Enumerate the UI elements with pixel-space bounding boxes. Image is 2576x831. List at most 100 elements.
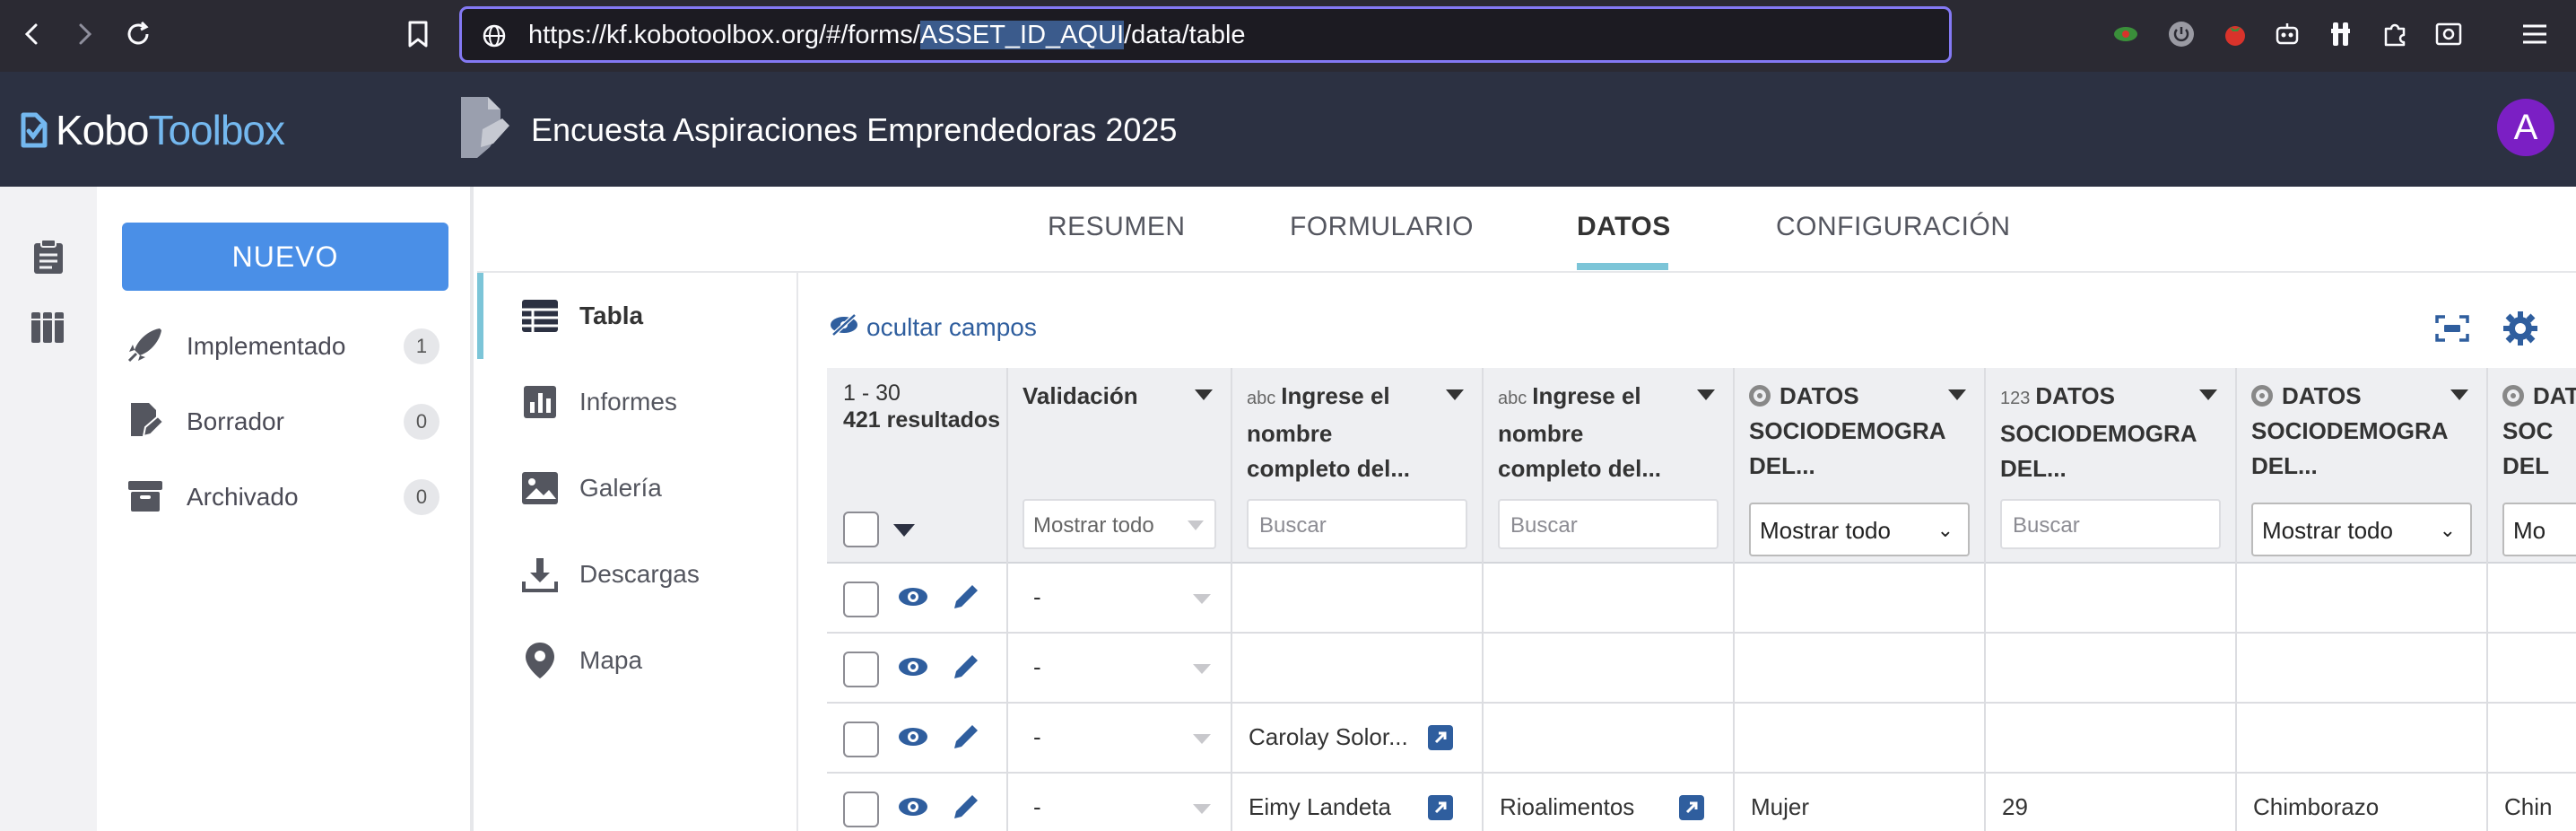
column-search-input[interactable]: Buscar <box>2000 499 2221 549</box>
menu-icon[interactable] <box>2519 18 2551 50</box>
expand-link-icon[interactable] <box>1428 725 1453 750</box>
column-search-input[interactable]: Buscar <box>1498 499 1719 549</box>
subnav-item-gallery[interactable]: Galería <box>477 445 796 531</box>
icon-rail <box>0 187 97 831</box>
header-cell[interactable]: abc Ingrese el nombre completo del... Busca… <box>1484 368 1733 564</box>
library-books-icon[interactable] <box>29 307 68 346</box>
column-search-input[interactable]: Buscar <box>1247 499 1467 549</box>
header-cell[interactable]: DATOSSOCDEL Mo <box>2488 368 2576 564</box>
column-menu-caret-icon[interactable] <box>1195 389 1213 400</box>
bulk-actions-caret-icon[interactable] <box>893 524 915 537</box>
extension-icon[interactable] <box>2110 18 2142 50</box>
forward-icon[interactable] <box>66 16 102 52</box>
table-row: - Carolay Solor... <box>827 704 2576 774</box>
validation-cell[interactable]: - <box>1033 583 1041 611</box>
kobo-logo-icon <box>21 112 48 148</box>
chevron-down-icon: ⌄ <box>2439 519 2456 541</box>
subnav-item-table[interactable]: Tabla <box>477 273 796 359</box>
tools-extension-icon[interactable] <box>2325 18 2357 50</box>
row-checkbox[interactable] <box>843 652 879 687</box>
map-pin-icon <box>520 641 560 680</box>
back-icon[interactable] <box>14 16 50 52</box>
row-checkbox[interactable] <box>843 582 879 617</box>
header-cell[interactable]: Validación Mostrar todo <box>1008 368 1231 564</box>
column-menu-caret-icon[interactable] <box>1446 389 1464 400</box>
sidebar-item-draft[interactable]: Borrador 0 <box>126 397 459 447</box>
sidebar-item-deployed[interactable]: Implementado 1 <box>126 321 459 372</box>
view-eye-icon[interactable] <box>897 655 929 683</box>
reload-icon[interactable] <box>120 16 156 52</box>
select-all-checkbox[interactable] <box>843 512 879 547</box>
column-filter-select[interactable]: Mo <box>2502 503 2576 556</box>
edit-pencil-icon[interactable] <box>951 582 981 617</box>
new-project-button[interactable]: NUEVO <box>122 223 448 291</box>
project-title: Encuesta Aspiraciones Emprendedoras 2025 <box>531 111 1178 148</box>
subnav-item-map[interactable]: Mapa <box>477 617 796 704</box>
count-badge: 1 <box>404 328 439 364</box>
count-badge: 0 <box>404 479 439 515</box>
chevron-down-icon[interactable] <box>1193 734 1211 744</box>
expand-link-icon[interactable] <box>1679 795 1704 820</box>
chevron-down-icon[interactable] <box>1193 664 1211 674</box>
power-extension-icon[interactable] <box>2165 18 2197 50</box>
tab-resumen[interactable]: RESUMEN <box>1048 212 1186 242</box>
subnav-label: Descargas <box>579 560 700 588</box>
column-filter-select[interactable]: Mostrar todo ⌄ <box>2251 503 2472 556</box>
row-checkbox[interactable] <box>843 792 879 827</box>
subnav-item-downloads[interactable]: Descargas <box>477 531 796 617</box>
robot-extension-icon[interactable] <box>2271 18 2303 50</box>
tomato-extension-icon[interactable] <box>2219 18 2251 50</box>
screenshot-icon[interactable] <box>2432 18 2465 50</box>
view-eye-icon[interactable] <box>897 585 929 613</box>
avatar[interactable]: A <box>2497 99 2554 156</box>
validation-cell[interactable]: - <box>1033 653 1041 681</box>
edit-pencil-icon[interactable] <box>951 792 981 827</box>
extensions-puzzle-icon[interactable] <box>2379 18 2411 50</box>
fullscreen-icon[interactable] <box>2432 309 2472 348</box>
projects-clipboard-icon[interactable] <box>29 237 68 276</box>
data-subnav: Tabla Informes Galería Descargas Mapa <box>477 273 798 831</box>
url-bar[interactable]: https://kf.kobotoolbox.org/#/forms/ASSET… <box>459 6 1952 63</box>
column-menu-caret-icon[interactable] <box>2450 389 2468 400</box>
table-row: - Eimy Landeta Rioalimentos Mujer 29 Chi… <box>827 774 2576 831</box>
validation-cell[interactable]: - <box>1033 793 1041 821</box>
column-menu-caret-icon[interactable] <box>1697 389 1715 400</box>
tab-datos[interactable]: DATOS <box>1577 212 1671 242</box>
edit-pencil-icon[interactable] <box>951 652 981 687</box>
sidebar-item-archived[interactable]: Archivado 0 <box>126 472 459 522</box>
site-info-icon[interactable] <box>482 23 507 53</box>
column-title: DATOSSOCDEL <box>2502 382 2576 479</box>
bookmark-icon[interactable] <box>400 16 436 52</box>
radio-type-icon <box>2502 385 2524 407</box>
count-badge: 0 <box>404 404 439 440</box>
view-eye-icon[interactable] <box>897 725 929 753</box>
table-settings-gear-icon[interactable] <box>2501 309 2540 348</box>
chevron-down-icon[interactable] <box>1193 804 1211 814</box>
bar-chart-icon <box>520 382 560 422</box>
validation-cell[interactable]: - <box>1033 723 1041 751</box>
column-menu-caret-icon[interactable] <box>1948 389 1966 400</box>
validation-filter-select[interactable]: Mostrar todo <box>1023 499 1216 549</box>
view-eye-icon[interactable] <box>897 795 929 823</box>
kobotoolbox-logo[interactable]: KoboToolbox <box>16 106 285 154</box>
rocket-icon <box>126 325 165 369</box>
hide-fields-button[interactable]: ocultar campos <box>829 312 1037 342</box>
business-name-cell: Rioalimentos <box>1500 793 1635 820</box>
edit-pencil-icon[interactable] <box>951 722 981 757</box>
column-title: abc Ingrese el nombre completo del... <box>1498 382 1662 482</box>
subnav-item-reports[interactable]: Informes <box>477 359 796 445</box>
header-cell[interactable]: 123 DATOS SOCIODEMOGRA DEL... Buscar <box>1986 368 2235 564</box>
column-menu-caret-icon[interactable] <box>2199 389 2217 400</box>
header-cell[interactable]: DATOS SOCIODEMOGRA DEL... Mostrar todo ⌄ <box>2237 368 2486 564</box>
table-row: - <box>827 564 2576 634</box>
header-cell[interactable]: DATOS SOCIODEMOGRA DEL... Mostrar todo ⌄ <box>1735 368 1984 564</box>
tab-formulario[interactable]: FORMULARIO <box>1290 212 1474 242</box>
hide-fields-label: ocultar campos <box>866 312 1037 341</box>
row-checkbox[interactable] <box>843 722 879 757</box>
tab-configuracion[interactable]: CONFIGURACIÓN <box>1776 212 2011 242</box>
chevron-down-icon <box>1188 520 1204 530</box>
column-filter-select[interactable]: Mostrar todo ⌄ <box>1749 503 1970 556</box>
chevron-down-icon[interactable] <box>1193 594 1211 604</box>
expand-link-icon[interactable] <box>1428 795 1453 820</box>
header-cell[interactable]: abc Ingrese el nombre completo del... Busca… <box>1232 368 1482 564</box>
